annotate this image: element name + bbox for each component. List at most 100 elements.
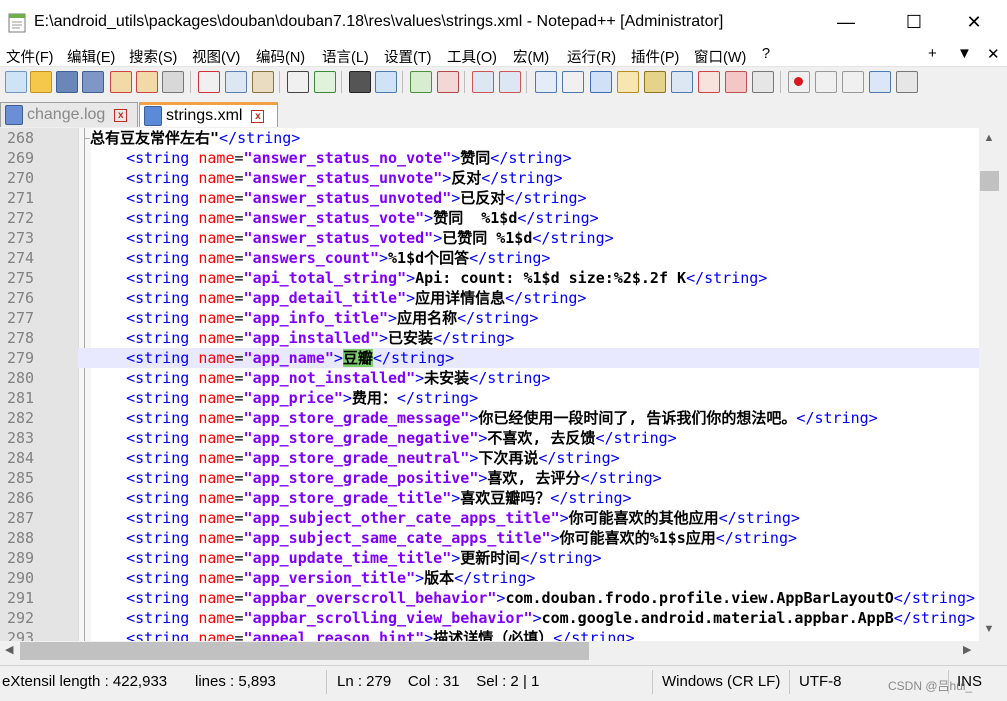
save-all-icon[interactable] — [82, 71, 104, 93]
string-name-value: app_version_title — [252, 569, 407, 587]
scroll-up-arrow-icon[interactable]: ▲ — [980, 132, 998, 146]
string-name-value: api_total_string — [252, 269, 398, 287]
close-tab-icon[interactable]: x — [251, 109, 265, 123]
menu-window[interactable]: 窗口(W) — [694, 46, 746, 67]
record-macro-icon[interactable] — [788, 71, 810, 93]
code-line[interactable]: 285 <string name="app_store_grade_positi… — [0, 468, 979, 488]
code-line[interactable]: 283 <string name="app_store_grade_negati… — [0, 428, 979, 448]
code-line[interactable]: 272 <string name="answer_status_vote">赞同… — [0, 208, 979, 228]
redo-icon[interactable] — [314, 71, 336, 93]
scroll-down-arrow-icon[interactable]: ▼ — [980, 623, 998, 637]
code-line[interactable]: 274 <string name="answers_count">%1$d个回答… — [0, 248, 979, 268]
menu-plugins[interactable]: 插件(P) — [631, 46, 679, 67]
code-line[interactable]: 282 <string name="app_store_grade_messag… — [0, 408, 979, 428]
code-line[interactable]: 270 <string name="answer_status_unvote">… — [0, 168, 979, 188]
code-text: <string name="app_store_grade_negative">… — [90, 429, 677, 447]
menu-file[interactable]: 文件(F) — [6, 46, 54, 67]
scroll-right-arrow-icon[interactable]: ▶ — [963, 643, 971, 656]
print-icon[interactable] — [162, 71, 184, 93]
code-line[interactable]: 284 <string name="app_store_grade_neutra… — [0, 448, 979, 468]
code-line[interactable]: 290 <string name="app_version_title">版本<… — [0, 568, 979, 588]
cut-icon[interactable] — [198, 71, 220, 93]
string-name-value: app_update_time_title — [252, 549, 443, 567]
show-all-characters-icon[interactable] — [562, 71, 584, 93]
replace-icon[interactable] — [375, 71, 397, 93]
paste-icon[interactable] — [252, 71, 274, 93]
code-line[interactable]: 275 <string name="api_total_string">Api:… — [0, 268, 979, 288]
tab-change-log[interactable]: change.log x — [0, 102, 138, 127]
document-map-icon[interactable] — [644, 71, 666, 93]
tab-list-dropdown-button[interactable]: ▼ — [957, 45, 972, 62]
string-name-value: answer_status_vote — [252, 209, 416, 227]
function-list-icon[interactable] — [698, 71, 720, 93]
find-icon[interactable] — [349, 71, 371, 93]
menu-edit[interactable]: 编辑(E) — [67, 46, 115, 67]
save-icon[interactable] — [56, 71, 78, 93]
open-file-icon[interactable] — [30, 71, 52, 93]
code-line[interactable]: 278 <string name="app_installed">已安装</st… — [0, 328, 979, 348]
menu-tools[interactable]: 工具(O) — [447, 46, 497, 67]
code-line[interactable]: 293 <string name="appeal_reason_hint">描述… — [0, 628, 979, 641]
line-number: 287 — [7, 509, 35, 527]
code-line[interactable]: 287 <string name="app_subject_other_cate… — [0, 508, 979, 528]
menu-run[interactable]: 运行(R) — [567, 46, 616, 67]
editor[interactable]: 268 总有豆友常伴左右"</string> 269 <string name="a… — [0, 128, 979, 641]
word-wrap-icon[interactable] — [535, 71, 557, 93]
user-defined-language-icon[interactable] — [617, 71, 639, 93]
code-line[interactable]: 279 <string name="app_name">豆瓣</string> — [0, 348, 979, 368]
folder-as-workspace-icon[interactable] — [725, 71, 747, 93]
menu-language[interactable]: 语言(L) — [322, 46, 369, 67]
code-line[interactable]: 277 <string name="app_info_title">应用名称</… — [0, 308, 979, 328]
code-text: <string name="app_name">豆瓣</string> — [90, 349, 455, 367]
document-list-icon[interactable] — [671, 71, 693, 93]
vertical-scroll-thumb[interactable] — [980, 171, 999, 191]
tab-strings-xml[interactable]: strings.xml x — [139, 102, 278, 127]
line-number: 269 — [7, 149, 35, 167]
new-file-icon[interactable] — [5, 71, 27, 93]
stop-macro-icon[interactable] — [815, 71, 837, 93]
close-tab-icon[interactable]: x — [114, 108, 128, 122]
menu-encoding[interactable]: 编码(N) — [256, 46, 305, 67]
code-line[interactable]: 276 <string name="app_detail_title">应用详情… — [0, 288, 979, 308]
code-line[interactable]: 281 <string name="app_price">费用：</string… — [0, 388, 979, 408]
close-all-icon[interactable] — [136, 71, 158, 93]
code-line[interactable]: 291 <string name="appbar_overscroll_beha… — [0, 588, 979, 608]
code-line[interactable]: 273 <string name="answer_status_voted">已… — [0, 228, 979, 248]
code-line[interactable]: 292 <string name="appbar_scrolling_view_… — [0, 608, 979, 628]
maximize-button[interactable]: ☐ — [891, 0, 937, 44]
code-line[interactable]: 271 <string name="answer_status_unvoted"… — [0, 188, 979, 208]
menu-help[interactable]: ? — [762, 46, 770, 62]
monitoring-icon[interactable] — [752, 71, 774, 93]
scroll-left-arrow-icon[interactable]: ◀ — [5, 643, 13, 656]
code-line[interactable]: 269 <string name="answer_status_no_vote"… — [0, 148, 979, 168]
menu-search[interactable]: 搜索(S) — [129, 46, 177, 67]
code-line[interactable]: 280 <string name="app_not_installed">未安装… — [0, 368, 979, 388]
sync-vertical-icon[interactable] — [472, 71, 494, 93]
run-macro-multiple-icon[interactable] — [869, 71, 891, 93]
menu-view[interactable]: 视图(V) — [192, 46, 240, 67]
code-line[interactable]: 286 <string name="app_store_grade_title"… — [0, 488, 979, 508]
indent-guide-icon[interactable] — [590, 71, 612, 93]
zoom-in-icon[interactable] — [410, 71, 432, 93]
vertical-scrollbar[interactable] — [979, 128, 1007, 641]
zoom-out-icon[interactable] — [437, 71, 459, 93]
undo-icon[interactable] — [287, 71, 309, 93]
menu-settings[interactable]: 设置(T) — [384, 46, 432, 67]
line-number: 285 — [7, 469, 35, 487]
sync-horizontal-icon[interactable] — [499, 71, 521, 93]
code-line[interactable]: 288 <string name="app_subject_same_cate_… — [0, 528, 979, 548]
save-macro-icon[interactable] — [896, 71, 918, 93]
code-line[interactable]: 289 <string name="app_update_time_title"… — [0, 548, 979, 568]
code-line[interactable]: 268 总有豆友常伴左右"</string> — [0, 128, 979, 148]
horizontal-scroll-thumb[interactable] — [20, 642, 589, 660]
minimize-button[interactable]: — — [823, 0, 869, 44]
close-document-button[interactable]: ✕ — [987, 45, 1000, 63]
new-tab-plus-button[interactable]: + — [928, 45, 937, 62]
close-window-button[interactable]: ✕ — [951, 0, 997, 44]
menu-bar: 文件(F) 编辑(E) 搜索(S) 视图(V) 编码(N) 语言(L) 设置(T… — [0, 44, 1007, 66]
copy-icon[interactable] — [225, 71, 247, 93]
menu-macro[interactable]: 宏(M) — [513, 46, 549, 67]
string-name-value: app_store_grade_neutral — [252, 449, 461, 467]
play-macro-icon[interactable] — [842, 71, 864, 93]
close-file-icon[interactable] — [110, 71, 132, 93]
